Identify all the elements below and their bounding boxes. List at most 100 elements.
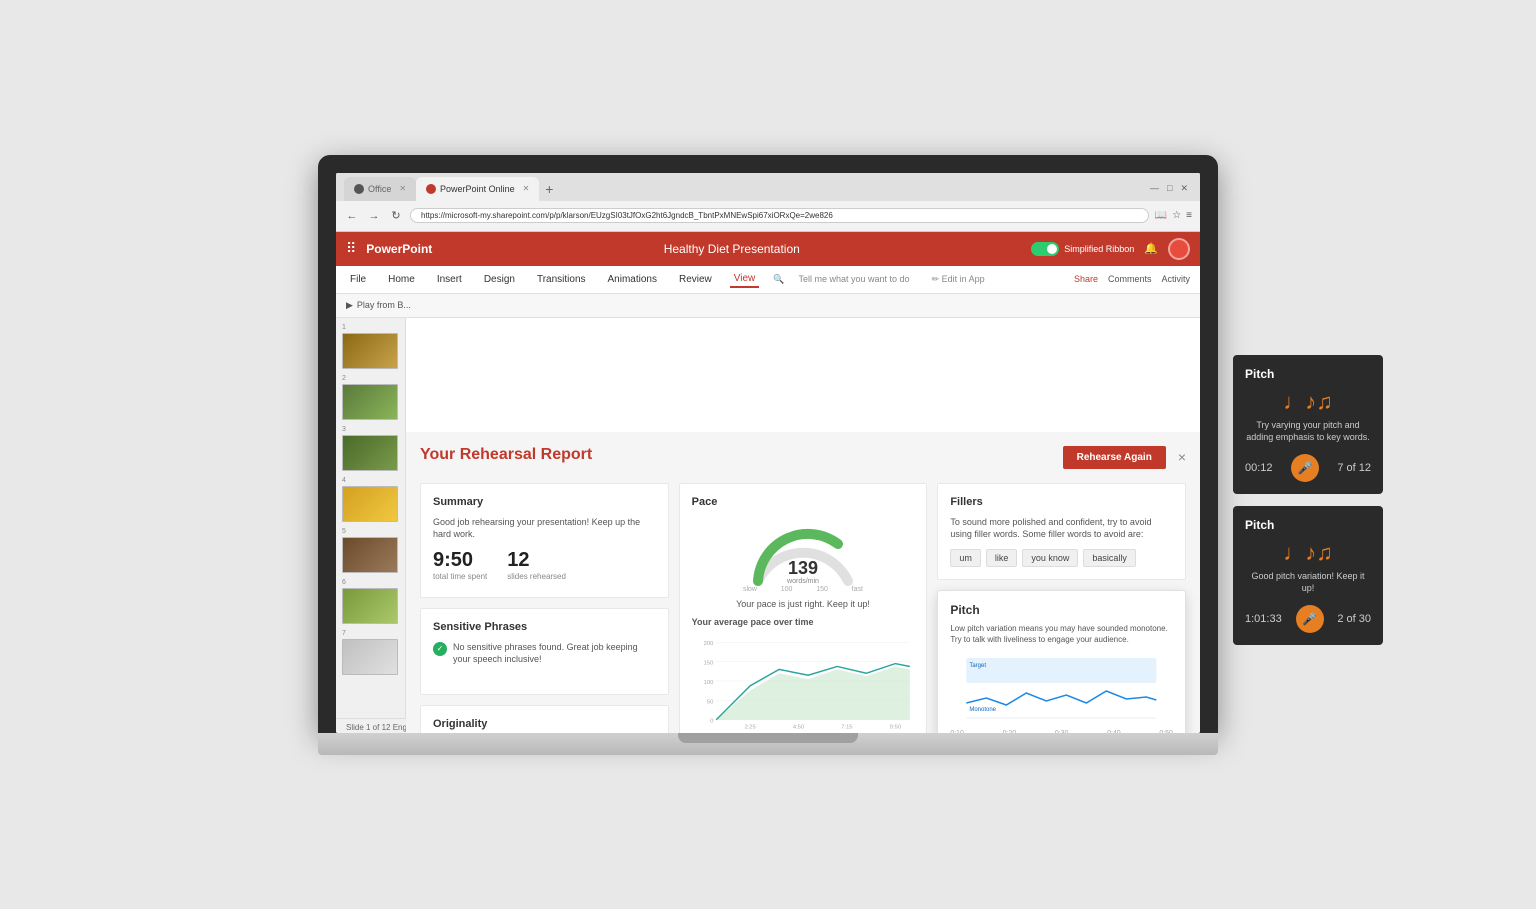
- side-panel-1-counter: 7 of 12: [1337, 462, 1371, 474]
- mic-button-1[interactable]: 🎤: [1291, 454, 1319, 482]
- filler-um: um: [950, 549, 981, 567]
- svg-text:200: 200: [703, 641, 713, 647]
- side-panel-2-title: Pitch: [1245, 518, 1371, 532]
- pitch-chart-svg: Target Monotone: [950, 653, 1173, 723]
- sensitive-check-item: ✓ No sensitive phrases found. Great job …: [433, 641, 656, 674]
- pace-title: Pace: [692, 496, 915, 508]
- slide-num-2: 2: [342, 375, 399, 382]
- svg-text:0: 0: [710, 718, 713, 724]
- report-close-button[interactable]: ×: [1178, 449, 1186, 465]
- menu-icon[interactable]: ≡: [1186, 210, 1192, 221]
- pace-chart-title: Your average pace over time: [692, 617, 915, 627]
- play-icon: ▶: [346, 300, 353, 311]
- pace-feedback: Your pace is just right. Keep it up!: [692, 599, 915, 609]
- comments-button[interactable]: Comments: [1108, 274, 1152, 284]
- slide-img-5: [342, 537, 398, 573]
- svg-text:2:25: 2:25: [744, 724, 755, 730]
- slide-thumb-5[interactable]: 5: [342, 528, 399, 573]
- ribbon-tab-home[interactable]: Home: [384, 272, 419, 287]
- gauge-svg: 139 words/min: [743, 516, 863, 586]
- ribbon-tab-design[interactable]: Design: [480, 272, 519, 287]
- activity-button[interactable]: Activity: [1161, 274, 1190, 284]
- slide-num-4: 4: [342, 477, 399, 484]
- ribbon-tab-insert[interactable]: Insert: [433, 272, 466, 287]
- filler-you-know: you know: [1022, 549, 1078, 567]
- ribbon-tab-transitions[interactable]: Transitions: [533, 272, 590, 287]
- slide-img-2: [342, 384, 398, 420]
- ppt-tab-label: PowerPoint Online: [440, 184, 515, 194]
- office-waffle-icon[interactable]: ⠿: [346, 240, 356, 257]
- ribbon-tab-animations[interactable]: Animations: [604, 272, 661, 287]
- browser-maximize[interactable]: □: [1167, 183, 1172, 194]
- svg-text:100: 100: [703, 679, 713, 685]
- ribbon-tab-file[interactable]: File: [346, 272, 370, 287]
- bookmark-icon[interactable]: ☆: [1172, 210, 1181, 221]
- ribbon-toggle-knob: [1047, 244, 1057, 254]
- share-button[interactable]: Share: [1074, 274, 1098, 284]
- slide-thumb-1[interactable]: 1: [342, 324, 399, 369]
- main-area: 1 2 3 4 5: [336, 318, 1200, 733]
- user-avatar[interactable]: [1168, 238, 1190, 260]
- back-button[interactable]: ←: [344, 210, 360, 222]
- ribbon-tab-review[interactable]: Review: [675, 272, 716, 287]
- forward-button[interactable]: →: [366, 210, 382, 222]
- notification-icon[interactable]: 🔔: [1144, 242, 1158, 255]
- rehearse-again-button[interactable]: Rehearse Again: [1063, 446, 1166, 469]
- check-icon: ✓: [433, 642, 447, 656]
- total-time-stat: 9:50 total time spent: [433, 549, 487, 581]
- slide-thumb-2[interactable]: 2: [342, 375, 399, 420]
- slide-thumb-7[interactable]: 7: [342, 630, 399, 675]
- url-input[interactable]: https://microsoft-my.sharepoint.com/p/p/…: [410, 208, 1149, 223]
- pace-speed-labels: slow 100 150 fast: [743, 586, 863, 593]
- slide-thumb-6[interactable]: 6: [342, 579, 399, 624]
- simplified-ribbon-toggle[interactable]: Simplified Ribbon: [1031, 242, 1134, 256]
- browser-close[interactable]: ✕: [1180, 183, 1188, 194]
- fillers-card: Fillers To sound more polished and confi…: [937, 483, 1186, 580]
- mic-button-2[interactable]: 🎤: [1296, 605, 1324, 633]
- pitch-x-050: 0:50: [1159, 730, 1173, 732]
- browser-tab-office[interactable]: Office ✕: [344, 177, 416, 201]
- svg-text:Monotone: Monotone: [970, 707, 997, 713]
- slide-img-4: [342, 486, 398, 522]
- sensitive-phrases-text: No sensitive phrases found. Great job ke…: [453, 641, 656, 666]
- refresh-button[interactable]: ↻: [388, 209, 404, 222]
- ppt-favicon: [426, 184, 436, 194]
- edit-in-app-button[interactable]: ✏ Edit in App: [932, 274, 985, 285]
- screen: Office ✕ PowerPoint Online ✕ + — □ ✕: [336, 173, 1200, 733]
- new-tab-button[interactable]: +: [545, 181, 553, 197]
- originality-title: Originality: [433, 718, 656, 730]
- side-panel-2-counter: 2 of 30: [1337, 613, 1371, 625]
- side-panel-1-footer: 00:12 🎤 7 of 12: [1245, 454, 1371, 482]
- side-panel-1: Pitch ♩♪♫ Try varying your pitch and add…: [1233, 355, 1383, 494]
- svg-text:9:50: 9:50: [889, 724, 900, 730]
- sensitive-phrases-card: Sensitive Phrases ✓ No sensitive phrases…: [420, 608, 669, 695]
- pitch-x-040: 0:40: [1107, 730, 1121, 732]
- side-panel-1-timer: 00:12: [1245, 462, 1273, 474]
- pace-chart-svg: 200 150 100 50 0: [692, 631, 915, 731]
- play-from-button[interactable]: Play from B...: [357, 300, 411, 310]
- office-favicon: [354, 184, 364, 194]
- address-bar: ← → ↻ https://microsoft-my.sharepoint.co…: [336, 201, 1200, 231]
- slide-img-7: [342, 639, 398, 675]
- ribbon-toggle-switch[interactable]: [1031, 242, 1059, 256]
- browser-minimize[interactable]: —: [1150, 183, 1159, 194]
- slide-img-1: [342, 333, 398, 369]
- reader-icon[interactable]: 📖: [1155, 210, 1167, 221]
- browser-tab-ppt[interactable]: PowerPoint Online ✕: [416, 177, 539, 201]
- slide-thumb-4[interactable]: 4: [342, 477, 399, 522]
- ribbon-tab-view[interactable]: View: [730, 271, 760, 288]
- tell-me-input[interactable]: Tell me what you want to do: [799, 274, 910, 284]
- slide-thumb-3[interactable]: 3: [342, 426, 399, 471]
- office-tab-close[interactable]: ✕: [399, 184, 406, 193]
- search-icon: 🔍: [773, 274, 784, 285]
- filler-like: like: [986, 549, 1018, 567]
- laptop-base: [318, 733, 1218, 755]
- pace-gauge: 139 words/min slow 100 150 fast: [692, 516, 915, 593]
- slow-label: slow: [743, 586, 757, 593]
- slide-img-3: [342, 435, 398, 471]
- center-column: Pace 139 words/min: [679, 483, 928, 733]
- report-overlay: Your Rehearsal Report Rehearse Again × S…: [406, 432, 1200, 733]
- ppt-tab-close[interactable]: ✕: [523, 184, 530, 193]
- side-panel-1-title: Pitch: [1245, 367, 1371, 381]
- side-panel-1-text: Try varying your pitch and adding emphas…: [1245, 419, 1371, 444]
